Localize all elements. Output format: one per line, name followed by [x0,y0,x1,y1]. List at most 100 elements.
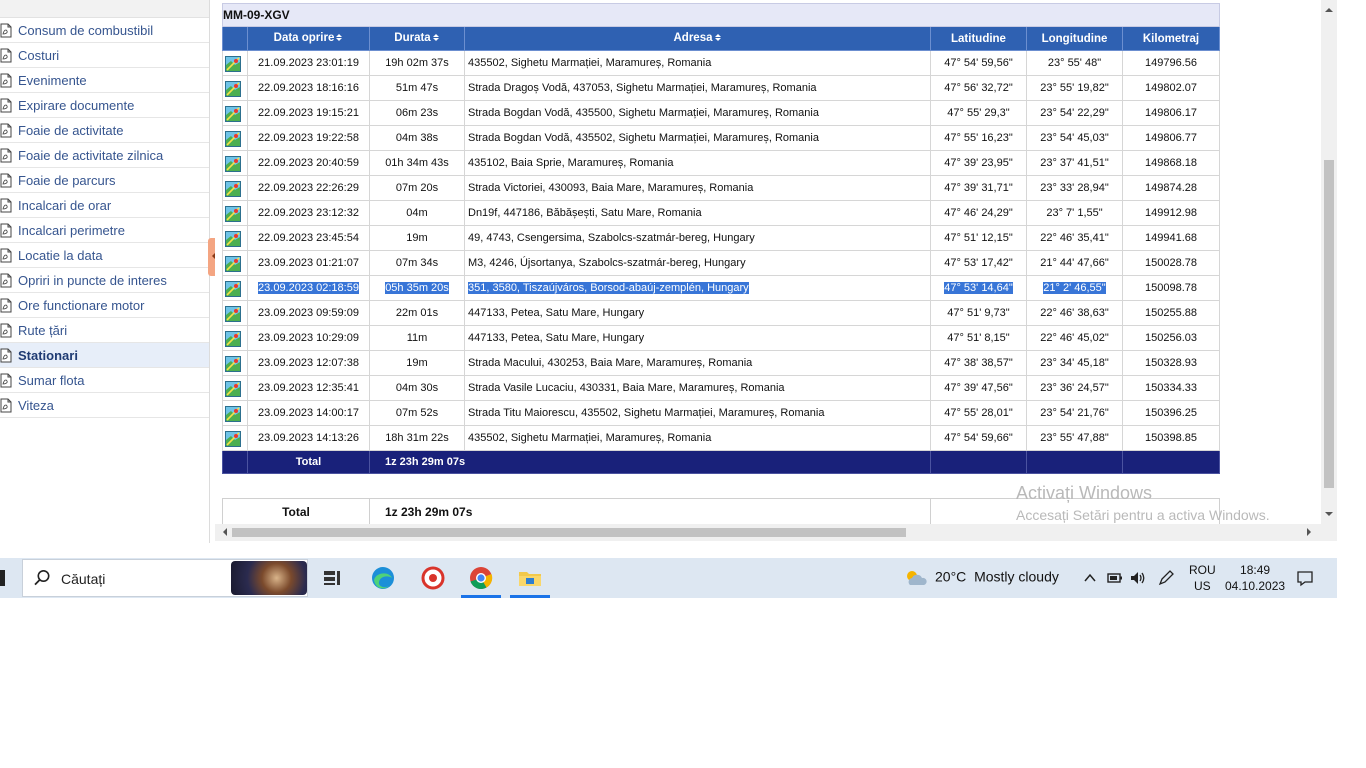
map-icon[interactable] [225,231,241,247]
taskbar-clock[interactable]: 18:49 04.10.2023 [1225,562,1285,594]
cell-address: Strada Victoriei, 430093, Baia Mare, Mar… [464,175,931,201]
map-icon[interactable] [225,206,241,222]
table-row[interactable]: 23.09.2023 14:00:17 07m 52s Strada Titu Ma… [222,400,1220,426]
pen-icon[interactable] [1157,569,1175,587]
map-cell[interactable] [222,100,248,126]
scroll-up-icon[interactable] [1325,4,1333,12]
weather-widget[interactable]: 20°C Mostly cloudy [903,568,1059,588]
map-cell[interactable] [222,275,248,301]
map-icon[interactable] [225,81,241,97]
table-row[interactable]: 22.09.2023 18:16:16 51m 47s Strada Dragoș … [222,75,1220,101]
table-row[interactable]: 23.09.2023 10:29:09 11m 447133, Petea, Sat… [222,325,1220,351]
table-row[interactable]: 23.09.2023 09:59:09 22m 01s 447133, Petea,… [222,300,1220,326]
battery-network-icon[interactable] [1106,570,1124,586]
map-icon[interactable] [225,306,241,322]
chrome-icon[interactable] [467,564,495,592]
map-cell[interactable] [222,250,248,276]
horizontal-scroll-thumb[interactable] [232,528,906,537]
scroll-right-icon[interactable] [1307,528,1315,536]
table-row[interactable]: 23.09.2023 01:21:07 07m 34s M3, 4246, Újso… [222,250,1220,276]
table-row[interactable]: 22.09.2023 20:40:59 01h 34m 43s 435102, Ba… [222,150,1220,176]
map-cell[interactable] [222,75,248,101]
task-view-icon[interactable] [318,564,346,592]
sidebar-item-9[interactable]: Locatie la data [0,243,209,268]
table-row[interactable]: 23.09.2023 12:35:41 04m 30s Strada Vasile … [222,375,1220,401]
map-cell[interactable] [222,300,248,326]
vertical-scrollbar[interactable] [1321,0,1337,524]
vertical-scroll-thumb[interactable] [1324,160,1334,488]
sidebar-item-0[interactable]: Consum de combustibil [0,18,209,43]
table-row[interactable]: 22.09.2023 22:26:29 07m 20s Strada Victori… [222,175,1220,201]
sidebar-item-6[interactable]: Foaie de parcurs [0,168,209,193]
map-icon[interactable] [225,256,241,272]
chevron-up-icon[interactable] [1083,571,1097,585]
table-row[interactable]: 22.09.2023 23:45:54 19m 49, 4743, Csengers… [222,225,1220,251]
sidebar-item-label: Sumar flota [18,372,85,388]
table-row[interactable]: 21.09.2023 23:01:19 19h 02m 37s 435502, Si… [222,50,1220,76]
notifications-icon[interactable] [1296,569,1314,587]
map-icon[interactable] [225,181,241,197]
sidebar-item-5[interactable]: Foaie de activitate zilnica [0,143,209,168]
header-address[interactable]: Adresa [464,26,931,51]
map-cell[interactable] [222,175,248,201]
sidebar-item-13[interactable]: Stationari [0,343,209,368]
cell-date: 23.09.2023 09:59:09 [247,300,370,326]
map-cell[interactable] [222,225,248,251]
volume-icon[interactable] [1129,570,1147,586]
map-cell[interactable] [222,375,248,401]
file-explorer-icon[interactable] [516,564,544,592]
header-date[interactable]: Data oprire [247,26,370,51]
table-row[interactable]: 23.09.2023 14:13:26 18h 31m 22s 435502, Si… [222,425,1220,451]
table-header: Data oprire Durata Adresa Latitudine Lon… [222,26,1220,51]
sidebar-item-3[interactable]: Expirare documente [0,93,209,118]
table-row[interactable]: 23.09.2023 02:18:59 05h 35m 20s 351, 3580,… [222,275,1220,301]
taskbar-search-box[interactable]: Căutați [22,559,308,597]
sidebar-item-4[interactable]: Foaie de activitate [0,118,209,143]
map-cell[interactable] [222,50,248,76]
start-button[interactable] [0,570,5,586]
horizontal-scrollbar[interactable] [215,524,1337,541]
map-icon[interactable] [225,156,241,172]
map-icon[interactable] [225,281,241,297]
sidebar-item-14[interactable]: Sumar flota [0,368,209,393]
cell-lon: 23° 54' 21,76" [1026,400,1123,426]
cell-address: 351, 3580, Tiszaújváros, Borsod-abaúj-ze… [464,275,931,301]
map-icon[interactable] [225,106,241,122]
map-cell[interactable] [222,425,248,451]
table-row[interactable]: 22.09.2023 23:12:32 04m Dn19f, 447186, Băb… [222,200,1220,226]
table-row[interactable]: 23.09.2023 12:07:38 19m Strada Macului, 43… [222,350,1220,376]
map-icon[interactable] [225,431,241,447]
sidebar-item-15[interactable]: Viteza [0,393,209,418]
map-cell[interactable] [222,150,248,176]
map-icon[interactable] [225,131,241,147]
sidebar-item-1[interactable]: Costuri [0,43,209,68]
map-icon[interactable] [225,331,241,347]
map-icon[interactable] [225,381,241,397]
header-duration[interactable]: Durata [369,26,465,51]
sidebar-collapse-handle[interactable] [208,238,215,276]
cell-lat: 47° 55' 28,01" [930,400,1027,426]
sidebar-item-7[interactable]: Incalcari de orar [0,193,209,218]
map-cell[interactable] [222,325,248,351]
map-icon[interactable] [225,56,241,72]
edge-icon[interactable] [369,564,397,592]
sidebar-item-11[interactable]: Ore functionare motor [0,293,209,318]
table-row[interactable]: 22.09.2023 19:22:58 04m 38s Strada Bogdan … [222,125,1220,151]
sidebar-item-8[interactable]: Incalcari perimetre [0,218,209,243]
scroll-left-icon[interactable] [219,528,227,536]
map-cell[interactable] [222,200,248,226]
map-icon[interactable] [225,406,241,422]
browser-red-icon[interactable] [419,564,447,592]
map-cell[interactable] [222,400,248,426]
map-cell[interactable] [222,125,248,151]
map-icon[interactable] [225,356,241,372]
sidebar-item-2[interactable]: Evenimente [0,68,209,93]
map-cell[interactable] [222,350,248,376]
scroll-down-icon[interactable] [1325,512,1333,520]
cell-km: 149796.56 [1122,50,1220,76]
sidebar-item-10[interactable]: Opriri in puncte de interes [0,268,209,293]
sidebar-item-12[interactable]: Rute țări [0,318,209,343]
cell-address: M3, 4246, Újsortanya, Szabolcs-szatmár-b… [464,250,931,276]
input-language-indicator[interactable]: ROU US [1189,562,1216,594]
table-row[interactable]: 22.09.2023 19:15:21 06m 23s Strada Bogdan … [222,100,1220,126]
